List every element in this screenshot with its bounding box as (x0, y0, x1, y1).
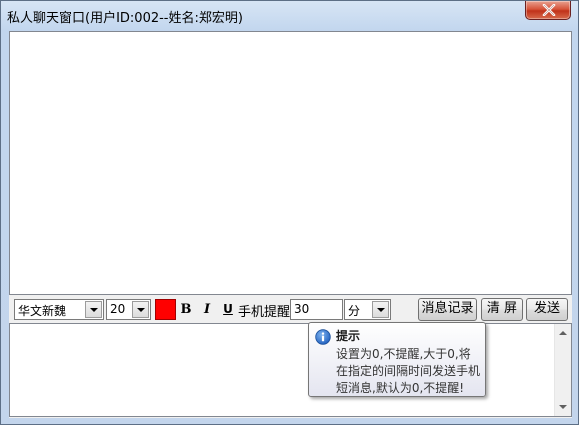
message-history-button[interactable]: 消息记录 (418, 298, 477, 321)
font-family-select[interactable]: 华文新魏 (14, 299, 104, 320)
chat-history-display[interactable] (9, 31, 572, 295)
reminder-interval-value: 30 (294, 302, 310, 316)
close-icon (542, 4, 556, 16)
text-color-button[interactable] (155, 299, 176, 320)
font-family-value: 华文新魏 (18, 304, 67, 318)
message-input[interactable] (9, 323, 572, 417)
reminder-tooltip: 提示 设置为0,不提醒,大于0,将 在指定的间隔时间发送手机 短消息,默认为0,… (308, 322, 486, 397)
font-size-value: 20 (110, 302, 126, 316)
client-area: 华文新魏 20 B I U 手机提醒 30 分 消息记录 清 屏 发送 (9, 31, 572, 418)
tooltip-title: 提示 (336, 329, 361, 343)
input-scrollbar[interactable] (554, 324, 571, 416)
chevron-down-icon[interactable] (132, 301, 149, 318)
italic-button[interactable]: I (199, 301, 215, 318)
close-button[interactable] (525, 1, 571, 20)
scroll-up-icon[interactable] (559, 331, 567, 335)
reminder-interval-input[interactable]: 30 (290, 299, 343, 320)
bold-button[interactable]: B (178, 301, 194, 318)
tooltip-line: 在指定的间隔时间发送手机 (336, 364, 481, 378)
font-size-select[interactable]: 20 (106, 299, 151, 320)
scroll-down-icon[interactable] (559, 405, 567, 409)
reminder-unit-value: 分 (348, 304, 361, 318)
chevron-down-icon[interactable] (372, 301, 389, 318)
clear-screen-button[interactable]: 清 屏 (481, 298, 523, 321)
send-button[interactable]: 发送 (526, 298, 568, 321)
underline-button[interactable]: U (220, 301, 236, 318)
title-bar[interactable]: 私人聊天窗口(用户ID:002--姓名:郑宏明) (1, 1, 578, 31)
tooltip-line: 设置为0,不提醒,大于0,将 (336, 347, 471, 361)
window-title: 私人聊天窗口(用户ID:002--姓名:郑宏明) (7, 11, 243, 26)
chat-window: 私人聊天窗口(用户ID:002--姓名:郑宏明) 华文新魏 20 B I U 手… (0, 0, 579, 425)
format-toolbar: 华文新魏 20 B I U 手机提醒 30 分 消息记录 清 屏 发送 (9, 295, 572, 323)
reminder-label: 手机提醒 (238, 305, 291, 320)
chevron-down-icon[interactable] (85, 301, 102, 318)
info-icon (315, 329, 331, 345)
reminder-unit-select[interactable]: 分 (344, 299, 391, 320)
tooltip-line: 短消息,默认为0,不提醒! (336, 381, 465, 395)
